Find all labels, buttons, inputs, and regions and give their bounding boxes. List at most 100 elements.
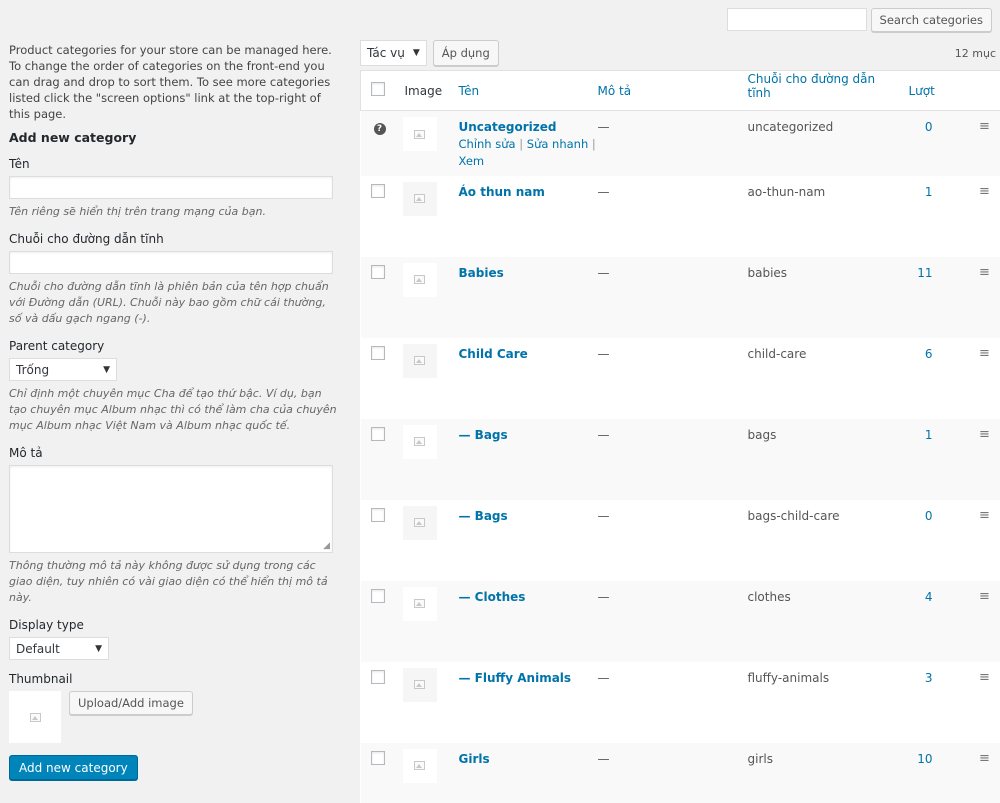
add-category-panel: Product categories for your store can be… [9,42,339,780]
image-placeholder-icon [414,518,425,527]
display-type-value: Default [16,642,60,656]
drag-handle-icon[interactable]: ≡ [979,265,990,280]
row-checkbox[interactable] [371,427,385,441]
table-header: Image Tên Mô tả Chuỗi cho đường dẫn tĩnh… [361,71,1000,111]
slug-description: Chuỗi cho đường dẫn tĩnh là phiên bản củ… [9,279,339,327]
chevron-down-icon: ▼ [413,48,420,58]
name-input[interactable] [9,176,333,199]
category-description: — [598,419,748,500]
search-categories-button[interactable]: Search categories [871,8,992,32]
description-help: Thông thường mô tả này không được sử dụn… [9,558,339,606]
table-row: — Bags — bags-child-care 0 ≡ [361,500,1000,581]
category-count-link[interactable]: 3 [925,671,933,685]
row-checkbox[interactable] [371,265,385,279]
category-thumbnail [403,587,437,621]
bulk-actions-bar: Tác vụ ▼ Áp dụng 12 mục [360,40,1000,66]
apply-button[interactable]: Áp dụng [433,40,499,66]
category-count-link[interactable]: 0 [925,120,933,134]
category-name-link[interactable]: — Bags [459,428,508,442]
row-checkbox[interactable] [371,670,385,684]
row-actions: Chỉnh sửa | Sửa nhanh | Xem [459,136,598,170]
category-name-link[interactable]: Child Care [459,347,528,361]
intro-text: Product categories for your store can be… [9,42,339,122]
column-count[interactable]: Lượt [898,71,1000,111]
drag-handle-icon[interactable]: ≡ [979,346,990,361]
display-type-field: Display type Default ▼ [9,618,339,660]
column-name[interactable]: Tên [459,71,598,111]
row-checkbox[interactable] [371,508,385,522]
resize-handle-icon[interactable]: ◢ [323,541,330,551]
image-placeholder-icon [414,275,425,284]
item-count: 12 mục [955,47,996,60]
category-name-link[interactable]: — Fluffy Animals [459,671,572,685]
select-all-cell [361,71,395,111]
thumbnail-row: Upload/Add image [9,691,339,743]
category-thumbnail [403,263,437,297]
category-name-link[interactable]: Áo thun nam [459,185,545,199]
thumbnail-preview [9,691,61,743]
upload-image-button[interactable]: Upload/Add image [69,691,193,715]
drag-handle-icon[interactable]: ≡ [979,508,990,523]
parent-label: Parent category [9,339,339,353]
parent-select[interactable]: Trống ▼ [9,358,117,381]
row-checkbox[interactable] [371,751,385,765]
row-checkbox[interactable] [371,184,385,198]
drag-handle-icon[interactable]: ≡ [979,184,990,199]
parent-field: Parent category Trống ▼ Chỉ định một chu… [9,339,339,434]
table-row: — Bags — bags 1 ≡ [361,419,1000,500]
category-count-link[interactable]: 0 [925,509,933,523]
name-label: Tên [9,157,339,171]
categories-table: Image Tên Mô tả Chuỗi cho đường dẫn tĩnh… [360,70,1000,803]
help-icon[interactable]: ? [374,123,386,135]
image-placeholder-icon [414,130,425,139]
category-slug: fluffy-animals [748,662,898,743]
quick-edit-link[interactable]: Sửa nhanh [527,137,589,151]
slug-input[interactable] [9,251,333,274]
add-new-category-button[interactable]: Add new category [9,755,138,780]
category-name-link[interactable]: — Clothes [459,590,526,604]
category-name-link[interactable]: Uncategorized [459,120,557,134]
drag-handle-icon[interactable]: ≡ [979,427,990,442]
row-checkbox[interactable] [371,589,385,603]
category-slug: uncategorized [748,111,898,176]
category-thumbnail [403,506,437,540]
table-row: Áo thun nam — ao-thun-nam 1 ≡ [361,176,1000,257]
view-link[interactable]: Xem [459,154,485,168]
category-description: — [598,176,748,257]
category-name-link[interactable]: Girls [459,752,490,766]
category-count-link[interactable]: 1 [925,185,933,199]
edit-link[interactable]: Chỉnh sửa [459,137,516,151]
description-label: Mô tả [9,446,339,460]
table-row: Child Care — child-care 6 ≡ [361,338,1000,419]
image-placeholder-icon [414,599,425,608]
image-placeholder-icon [414,194,425,203]
category-slug: babies [748,257,898,338]
categories-list: Tác vụ ▼ Áp dụng 12 mục Image Tên Mô tả … [360,40,1000,803]
display-type-select[interactable]: Default ▼ [9,637,109,660]
category-name-link[interactable]: Babies [459,266,504,280]
drag-handle-icon[interactable]: ≡ [979,751,990,766]
category-name-link[interactable]: — Bags [459,509,508,523]
category-thumbnail [403,749,437,783]
search-input[interactable] [727,8,867,31]
bulk-action-select[interactable]: Tác vụ ▼ [360,40,427,66]
category-count-link[interactable]: 1 [925,428,933,442]
category-count-link[interactable]: 11 [917,266,932,280]
form-title: Add new category [9,130,339,145]
category-count-link[interactable]: 4 [925,590,933,604]
table-row: Babies — babies 11 ≡ [361,257,1000,338]
drag-handle-icon[interactable]: ≡ [979,119,990,134]
category-count-link[interactable]: 10 [917,752,932,766]
category-description: — [598,581,748,662]
select-all-checkbox[interactable] [371,82,385,96]
column-description[interactable]: Mô tả [598,71,748,111]
drag-handle-icon[interactable]: ≡ [979,670,990,685]
category-count-link[interactable]: 6 [925,347,933,361]
column-image: Image [395,71,459,111]
row-checkbox[interactable] [371,346,385,360]
category-thumbnail [403,182,437,216]
drag-handle-icon[interactable]: ≡ [979,589,990,604]
table-row: Girls — girls 10 ≡ [361,743,1000,803]
description-textarea[interactable]: ◢ [9,465,333,553]
column-slug[interactable]: Chuỗi cho đường dẫn tĩnh [748,71,898,111]
